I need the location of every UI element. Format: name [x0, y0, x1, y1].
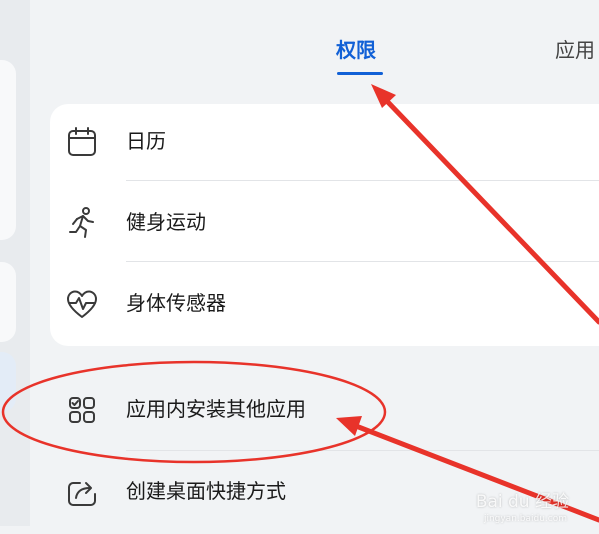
divider — [126, 450, 599, 451]
tab-active-indicator — [337, 72, 383, 75]
calendar-icon — [64, 124, 100, 160]
left-card — [0, 60, 16, 240]
tab-permissions[interactable]: 权限 — [336, 36, 376, 64]
permission-item-body-sensors[interactable]: 身体传感器 — [50, 266, 599, 346]
divider — [126, 261, 599, 262]
permissions-card: 日历 健身运动 身体传感器 — [50, 104, 599, 346]
watermark-logo: Bai du 经验 — [475, 492, 569, 512]
watermark-url: jingyan.baidu.com — [483, 514, 567, 524]
heart-rate-icon — [64, 286, 100, 322]
share-shortcut-icon — [64, 474, 100, 510]
permission-label: 健身运动 — [126, 210, 206, 234]
setting-label: 应用内安装其他应用 — [126, 397, 306, 421]
tab-apps[interactable]: 应用 — [555, 36, 595, 64]
permission-label: 日历 — [126, 129, 166, 153]
setting-item-install-other-apps[interactable]: 应用内安装其他应用 — [0, 372, 599, 452]
divider — [126, 180, 599, 181]
permission-label: 身体传感器 — [126, 291, 226, 315]
permission-item-fitness[interactable]: 健身运动 — [50, 185, 599, 265]
apps-grid-icon — [64, 392, 100, 428]
permission-item-calendar[interactable]: 日历 — [50, 104, 599, 184]
left-card — [0, 262, 16, 342]
running-icon — [64, 205, 100, 241]
setting-label: 创建桌面快捷方式 — [126, 479, 286, 503]
